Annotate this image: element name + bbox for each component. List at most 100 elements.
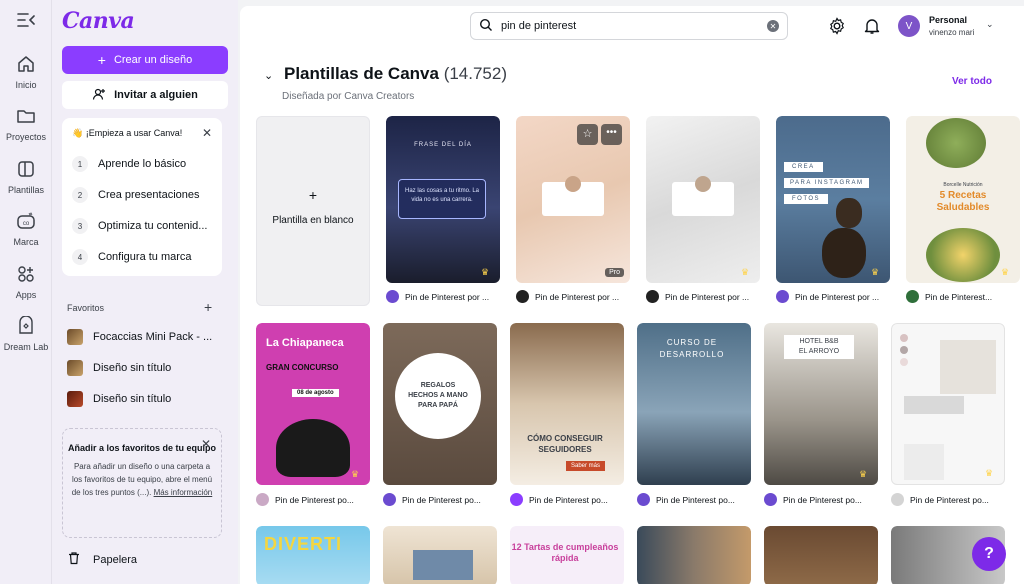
template-card[interactable]: CREA PARA INSTAGRAM FOTOS ♛ Pin de Pinte… [776, 116, 890, 306]
rail-label: Dream Lab [3, 342, 49, 352]
template-card[interactable]: ♛ Pin de Pinterest por ... [646, 116, 760, 306]
team-card-title: Añadir a los favoritos de tu equipo [67, 443, 217, 453]
template-thumbnail: CURSO DE DESARROLLO [637, 323, 751, 485]
team-favorites-card: ✕ Añadir a los favoritos de tu equipo Pa… [62, 428, 222, 538]
create-design-button[interactable]: + Crear un diseño [62, 46, 228, 74]
blank-template-card[interactable]: + Plantilla en blanco [256, 116, 370, 306]
card-label: Pin de Pinterest po... [764, 493, 862, 506]
template-card[interactable] [383, 526, 497, 584]
template-card[interactable]: HOTEL B&B EL ARROYO ♛ Pin de Pinterest po… [764, 323, 878, 513]
rail-label: Proyectos [5, 132, 47, 142]
step-label: Configura tu marca [98, 251, 192, 263]
favorite-item[interactable]: Diseño sin título [67, 360, 171, 376]
template-card[interactable] [764, 526, 878, 584]
step-item[interactable]: 4 Configura tu marca [72, 249, 192, 265]
trash-label: Papelera [93, 553, 138, 566]
collapse-menu-icon[interactable] [16, 12, 36, 30]
card-label: Pin de Pinterest po... [510, 493, 608, 506]
card-title: Pin de Pinterest por ... [405, 291, 490, 302]
creator-avatar [906, 290, 919, 303]
settings-gear-icon[interactable] [828, 17, 846, 35]
templates-icon [14, 157, 38, 181]
step-label: Aprende lo básico [98, 158, 187, 170]
template-thumbnail: ♛ [891, 323, 1005, 485]
template-card[interactable]: CÓMO CONSEGUIR SEGUIDORES Saber más Pin d… [510, 323, 624, 513]
template-thumbnail: ♛ [646, 116, 760, 283]
rail-item-proyectos[interactable]: Proyectos [0, 104, 52, 142]
avatar[interactable]: V [898, 15, 920, 37]
step-item[interactable]: 1 Aprende lo básico [72, 156, 186, 172]
more-options-icon[interactable]: ••• [601, 124, 622, 145]
rail-item-dream-lab[interactable]: Dream Lab [0, 314, 52, 352]
close-icon[interactable]: ✕ [201, 437, 211, 451]
card-label: Pin de Pinterest po... [383, 493, 481, 506]
template-card[interactable] [637, 526, 751, 584]
team-card-text: Para añadir un diseño o una carpeta a lo… [63, 460, 221, 499]
rail-label: Apps [15, 290, 37, 300]
template-thumbnail: HOTEL B&B EL ARROYO ♛ [764, 323, 878, 485]
template-card[interactable]: La Chiapaneca GRAN CONCURSO 08 de agosto… [256, 323, 370, 513]
crown-icon: ♛ [984, 468, 994, 478]
design-thumbnail [67, 329, 83, 345]
rail-item-apps[interactable]: Apps [0, 262, 52, 300]
add-favorite-icon[interactable]: + [204, 299, 212, 315]
account-name[interactable]: Personal [929, 15, 967, 25]
template-card[interactable]: ☆ ••• Pro Pin de Pinterest por ... [516, 116, 630, 306]
star-icon[interactable]: ☆ [577, 124, 598, 145]
card-label: Pin de Pinterest po... [256, 493, 354, 506]
template-card[interactable]: FRASE DEL DÍA Haz las cosas a tu ritmo. … [386, 116, 500, 306]
chevron-down-icon[interactable]: ⌄ [986, 19, 994, 30]
see-all-link[interactable]: Ver todo [952, 76, 992, 87]
close-icon[interactable]: ✕ [202, 126, 212, 140]
step-number: 1 [72, 156, 88, 172]
template-card[interactable]: CURSO DE DESARROLLO Pin de Pinterest po..… [637, 323, 751, 513]
rail-item-plantillas[interactable]: Plantillas [0, 157, 52, 195]
crown-icon: ♛ [858, 469, 868, 479]
brand-icon: co [14, 209, 38, 233]
template-thumbnail: ☆ ••• Pro [516, 116, 630, 283]
template-card[interactable]: 12 Tartas de cumpleaños rápida [510, 526, 624, 584]
rail-label: Inicio [15, 80, 37, 90]
search-value: pin de pinterest [501, 20, 577, 32]
trash-item[interactable]: Papelera [67, 551, 137, 568]
step-number: 4 [72, 249, 88, 265]
canva-logo[interactable]: Canva [62, 8, 135, 34]
creator-avatar [510, 493, 523, 506]
template-card[interactable]: Borcelle Nutrición 5 Recetas Saludables ♛… [906, 116, 1020, 306]
notifications-bell-icon[interactable] [863, 17, 881, 35]
step-item[interactable]: 3 Optimiza tu contenid... [72, 218, 207, 234]
template-card[interactable]: REGALOS HECHOS A MANO PARA PAPÁ Pin de Pin… [383, 323, 497, 513]
collapse-section-icon[interactable]: ⌄ [264, 69, 273, 82]
favorite-item[interactable]: Focaccias Mini Pack - ... [67, 329, 212, 345]
template-card[interactable]: DIVERTI [256, 526, 370, 584]
plus-icon: + [97, 52, 106, 68]
crown-icon: ♛ [740, 267, 750, 277]
main-content: pin de pinterest ✕ V Personal vinenzo ma… [240, 6, 1024, 584]
card-title: Pin de Pinterest po... [910, 494, 989, 505]
creator-avatar [386, 290, 399, 303]
rail-item-inicio[interactable]: Inicio [0, 52, 52, 90]
invite-button[interactable]: Invitar a alguien [62, 81, 228, 109]
clear-search-icon[interactable]: ✕ [767, 20, 779, 32]
creator-avatar [646, 290, 659, 303]
rail-item-marca[interactable]: co Marca [0, 209, 52, 247]
step-item[interactable]: 2 Crea presentaciones [72, 187, 200, 203]
favorites-title: Favoritos [67, 303, 105, 313]
template-count: (14.752) [443, 64, 508, 83]
search-input[interactable]: pin de pinterest ✕ [470, 12, 788, 40]
favorite-item[interactable]: Diseño sin título [67, 391, 171, 407]
step-number: 3 [72, 218, 88, 234]
help-button[interactable]: ? [972, 537, 1006, 571]
add-user-icon [92, 87, 106, 104]
side-panel: Canva + Crear un diseño Invitar a alguie… [52, 0, 238, 584]
crown-icon: ♛ [1000, 267, 1010, 277]
crown-icon: ♛ [350, 469, 360, 479]
card-label: Pin de Pinterest por ... [516, 290, 619, 303]
home-icon [14, 52, 38, 76]
getting-started-title: 👋 ¡Empieza a usar Canva! [72, 128, 183, 138]
template-thumbnail: CREA PARA INSTAGRAM FOTOS ♛ [776, 116, 890, 283]
more-info-link[interactable]: Más información [154, 488, 213, 497]
template-card[interactable]: ♛ Pin de Pinterest po... [891, 323, 1005, 513]
design-thumbnail [67, 391, 83, 407]
template-thumbnail: Borcelle Nutrición 5 Recetas Saludables ♛ [906, 116, 1020, 283]
